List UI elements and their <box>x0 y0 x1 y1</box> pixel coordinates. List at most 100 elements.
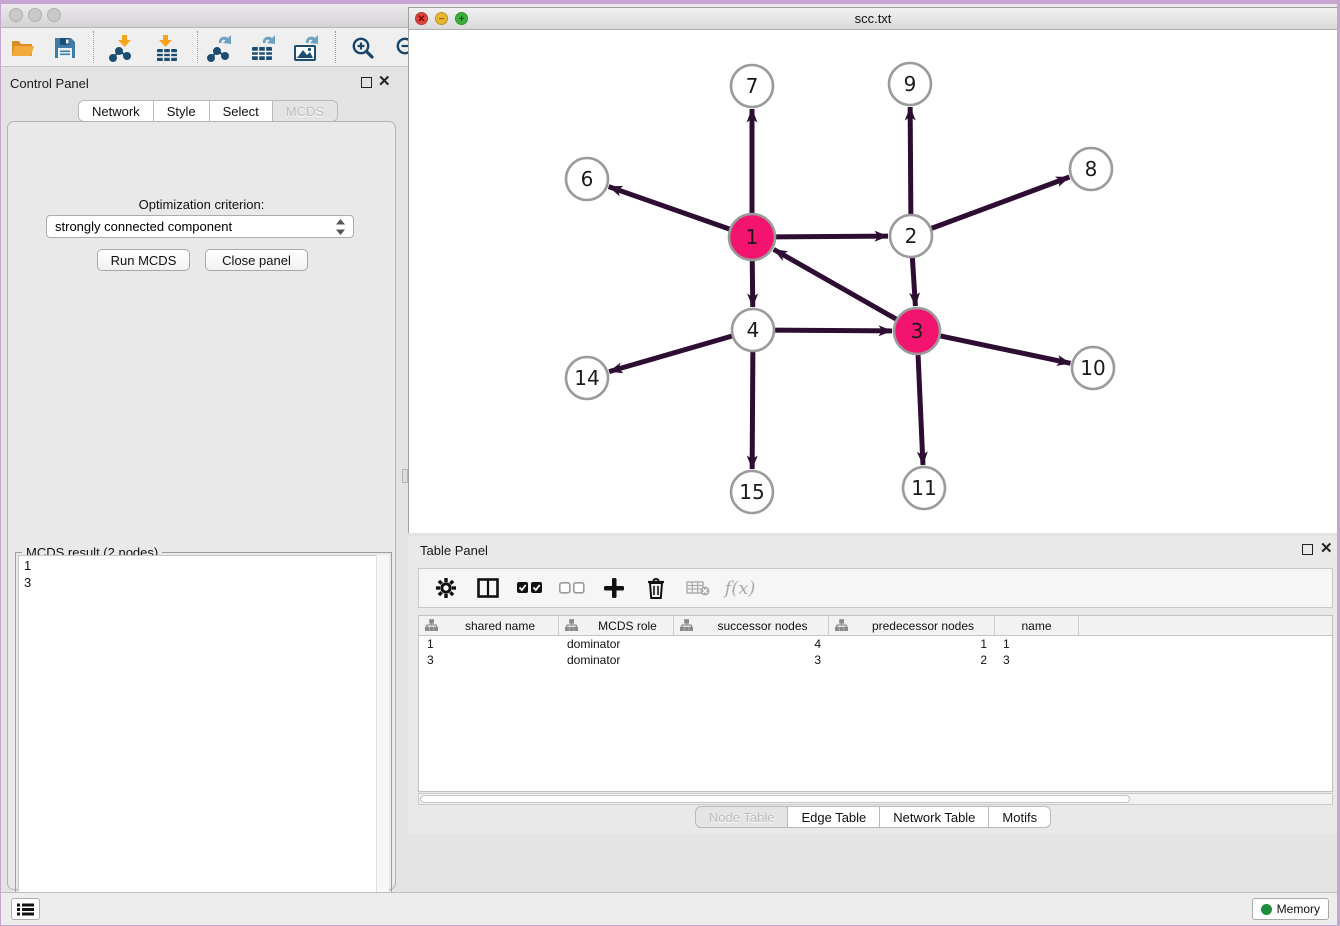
table-close-icon[interactable]: ✕ <box>1320 543 1333 554</box>
graph-node-6[interactable]: 6 <box>566 158 608 200</box>
mcds-panel: Optimization criterion: strongly connect… <box>7 121 396 890</box>
graph-edge-2-3[interactable] <box>912 255 915 306</box>
tab-style[interactable]: Style <box>154 100 210 122</box>
add-column-icon[interactable] <box>601 575 627 601</box>
memory-label: Memory <box>1277 902 1320 916</box>
table-row[interactable]: 1dominator411 <box>419 636 1332 652</box>
table-panel-title: Table Panel <box>420 543 488 558</box>
export-table-icon[interactable] <box>246 31 280 65</box>
select-all-checks-icon[interactable] <box>517 575 543 601</box>
tab-node-table[interactable]: Node Table <box>695 806 789 828</box>
tab-network[interactable]: Network <box>78 100 154 122</box>
graph-node-7[interactable]: 7 <box>731 65 773 107</box>
table-row[interactable]: 3dominator323 <box>419 652 1332 668</box>
function-builder-icon: f(x) <box>727 575 753 601</box>
table-body: 1dominator4113dominator323 <box>419 636 1332 668</box>
result-line: 1 <box>24 557 383 574</box>
svg-text:14: 14 <box>574 366 599 390</box>
svg-text:8: 8 <box>1085 157 1098 181</box>
hscroll-thumb[interactable] <box>420 795 1130 803</box>
zoom-in-icon[interactable] <box>346 31 380 65</box>
table-cell: 1 <box>995 636 1079 652</box>
graph-node-1[interactable]: 1 <box>729 214 775 260</box>
table-tabs: Node TableEdge TableNetwork TableMotifs <box>408 806 1337 828</box>
graph-edge-3-1[interactable] <box>774 249 899 320</box>
delete-column-icon[interactable] <box>643 575 669 601</box>
graph-edge-1-4[interactable] <box>752 258 753 307</box>
control-panel: Control Panel ✕ NetworkStyleSelectMCDS O… <box>1 67 402 892</box>
column-header-predecessor-nodes[interactable]: predecessor nodes <box>829 616 995 635</box>
graph-edge-4-3[interactable] <box>772 330 892 331</box>
graph-node-4[interactable]: 4 <box>732 309 774 351</box>
import-network-icon[interactable] <box>104 31 138 65</box>
tab-mcds[interactable]: MCDS <box>273 100 338 122</box>
export-network-icon[interactable] <box>202 31 236 65</box>
network-title-bar: ✕ − + scc.txt <box>409 8 1337 30</box>
graph-edge-2-8[interactable] <box>929 177 1070 229</box>
task-history-button[interactable] <box>11 898 40 920</box>
criterion-value: strongly connected component <box>55 219 232 234</box>
graph-edge-4-15[interactable] <box>752 349 753 469</box>
svg-text:3: 3 <box>911 319 924 343</box>
graph-edge-2-9[interactable] <box>910 107 911 217</box>
column-header-MCDS-role[interactable]: MCDS role <box>559 616 674 635</box>
table-cell: 3 <box>419 652 559 668</box>
open-session-icon[interactable] <box>6 31 40 65</box>
table-cell: 2 <box>829 652 995 668</box>
table-cell: 1 <box>829 636 995 652</box>
memory-button[interactable]: Memory <box>1252 898 1329 920</box>
mcds-result-list[interactable]: 13 <box>18 555 389 925</box>
tab-network-table[interactable]: Network Table <box>880 806 989 828</box>
float-panel-icon[interactable] <box>361 77 372 88</box>
run-mcds-button[interactable]: Run MCDS <box>97 249 190 271</box>
node-table[interactable]: shared nameMCDS rolesuccessor nodesprede… <box>418 615 1333 792</box>
graph-node-8[interactable]: 8 <box>1070 148 1112 190</box>
table-cell: 3 <box>674 652 829 668</box>
export-image-icon[interactable] <box>289 31 323 65</box>
table-cell: 1 <box>419 636 559 652</box>
save-session-icon[interactable] <box>48 31 82 65</box>
show-column-icon[interactable] <box>475 575 501 601</box>
network-view-window: ✕ − + scc.txt 7 9 6 8 1 2 4 3 14 10 15 11 <box>408 7 1337 533</box>
graph-edge-1-2[interactable] <box>773 236 888 237</box>
memory-status-icon <box>1261 904 1272 915</box>
network-canvas[interactable]: 7 9 6 8 1 2 4 3 14 10 15 11 <box>409 30 1337 533</box>
delete-table-icon <box>685 575 711 601</box>
deselect-all-checks-icon[interactable] <box>559 575 585 601</box>
criterion-select[interactable]: strongly connected component <box>46 215 354 238</box>
close-panel-icon[interactable]: ✕ <box>378 76 391 87</box>
graph-edge-3-11[interactable] <box>918 352 923 465</box>
column-header-name[interactable]: name <box>995 616 1079 635</box>
svg-text:10: 10 <box>1080 356 1105 380</box>
graph-edge-3-10[interactable] <box>938 335 1071 363</box>
tab-select[interactable]: Select <box>210 100 273 122</box>
table-cell: 3 <box>995 652 1079 668</box>
status-bar: Memory <box>1 892 1337 925</box>
table-settings-icon[interactable] <box>433 575 459 601</box>
column-header-successor-nodes[interactable]: successor nodes <box>674 616 829 635</box>
table-float-icon[interactable] <box>1302 544 1313 555</box>
graph-node-14[interactable]: 14 <box>566 357 608 399</box>
svg-text:9: 9 <box>904 72 917 96</box>
import-table-icon[interactable] <box>150 31 184 65</box>
graph-node-3[interactable]: 3 <box>894 308 940 354</box>
tab-motifs[interactable]: Motifs <box>989 806 1051 828</box>
svg-text:6: 6 <box>581 167 594 191</box>
close-panel-button[interactable]: Close panel <box>205 249 308 271</box>
graph-node-15[interactable]: 15 <box>731 471 773 513</box>
graph-node-9[interactable]: 9 <box>889 63 931 105</box>
result-scrollbar[interactable] <box>376 555 389 925</box>
column-header-shared-name[interactable]: shared name <box>419 616 559 635</box>
table-panel: Table Panel ✕ f(x) <box>408 536 1337 834</box>
graph-edge-1-6[interactable] <box>609 187 732 230</box>
svg-text:7: 7 <box>746 74 759 98</box>
table-hscrollbar[interactable] <box>418 793 1333 805</box>
graph-node-11[interactable]: 11 <box>903 467 945 509</box>
graph-edge-4-14[interactable] <box>609 335 735 371</box>
svg-text:4: 4 <box>747 318 760 342</box>
svg-text:15: 15 <box>739 480 764 504</box>
table-cell: dominator <box>559 636 674 652</box>
graph-node-10[interactable]: 10 <box>1072 347 1114 389</box>
graph-node-2[interactable]: 2 <box>890 215 932 257</box>
tab-edge-table[interactable]: Edge Table <box>788 806 880 828</box>
